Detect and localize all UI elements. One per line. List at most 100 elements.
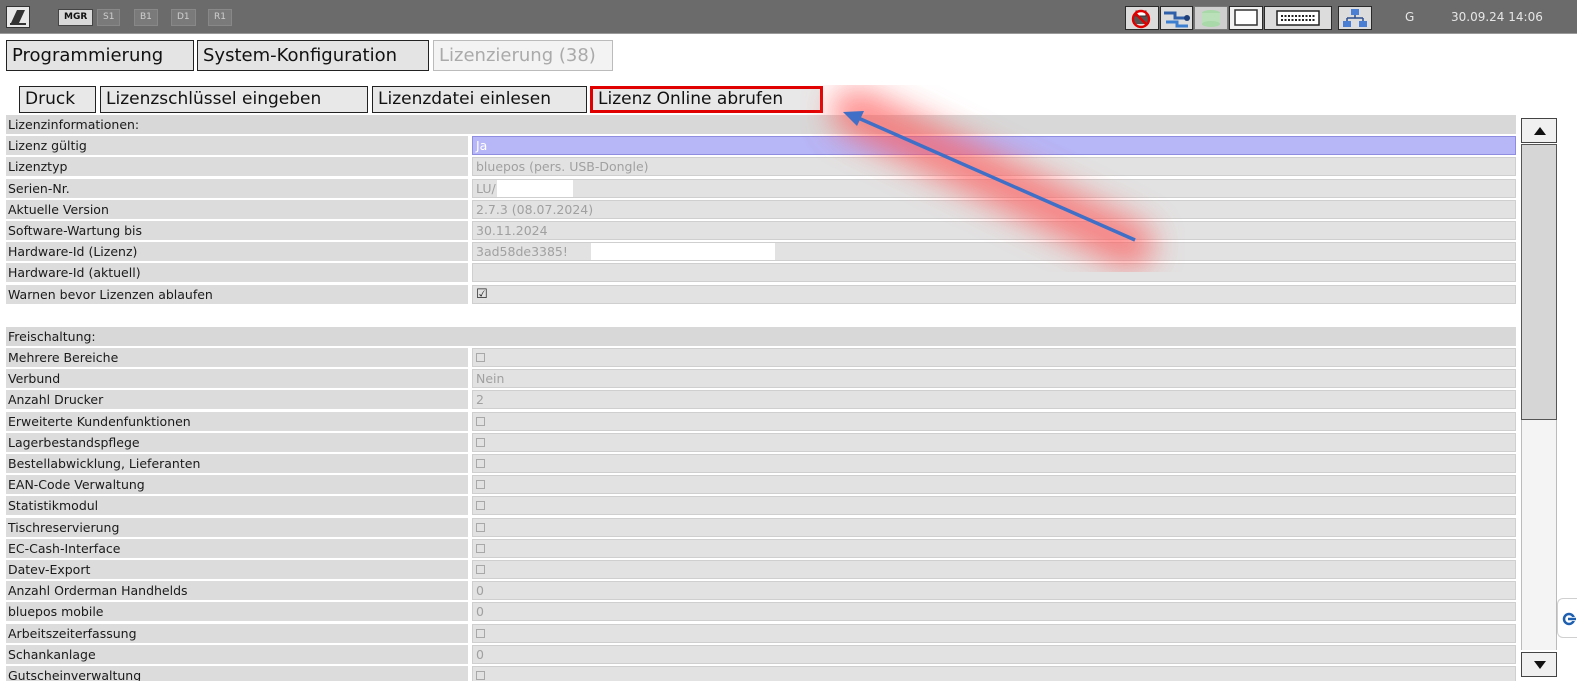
row-value[interactable]: 0 <box>472 581 1516 601</box>
row-value[interactable] <box>472 559 1516 579</box>
row-label: Aktuelle Version <box>6 199 468 219</box>
row-value[interactable]: Nein <box>472 369 1516 389</box>
fetch-license-online-button[interactable]: Lizenz Online abrufen <box>590 86 823 113</box>
row-label: Gutscheinverwaltung <box>6 665 468 681</box>
row-value[interactable]: 0 <box>472 602 1516 622</box>
row-label: Lizenz gültig <box>6 136 468 156</box>
row-label: Erweiterte Kundenfunktionen <box>6 411 468 431</box>
mode-button-s1[interactable]: S1 <box>97 9 121 26</box>
table-row[interactable]: Aktuelle Version 2.7.3 (08.07.2024) <box>6 199 1516 220</box>
row-label: Bestellabwicklung, Lieferanten <box>6 454 468 473</box>
table-row[interactable]: Schankanlage 0 <box>6 644 1516 665</box>
row-value[interactable] <box>472 411 1516 431</box>
row-value[interactable]: 2.7.3 (08.07.2024) <box>472 199 1516 219</box>
row-label: bluepos mobile <box>6 602 468 622</box>
table-row[interactable]: Datev-Export <box>6 559 1516 580</box>
keyboard-icon[interactable] <box>1264 6 1332 30</box>
network-connection-icon[interactable] <box>1160 6 1193 30</box>
row-label: Datev-Export <box>6 559 468 579</box>
row-value[interactable] <box>472 538 1516 558</box>
table-row[interactable]: Arbeitszeiterfassung <box>6 623 1516 644</box>
checkbox[interactable] <box>476 437 485 447</box>
table-row[interactable]: Hardware-Id (aktuell) <box>6 262 1516 283</box>
table-row[interactable]: Serien-Nr. LU/ <box>6 178 1516 199</box>
table-row[interactable]: Bestellabwicklung, Lieferanten <box>6 453 1516 474</box>
arrow-up-icon <box>1534 127 1546 135</box>
row-value[interactable] <box>472 432 1516 452</box>
hardware-id-value: 3ad58de3385! <box>476 244 568 260</box>
table-row[interactable]: Mehrere Bereiche <box>6 347 1516 368</box>
database-icon[interactable] <box>1194 6 1228 30</box>
checkbox[interactable] <box>476 522 485 532</box>
display-icon[interactable] <box>1229 6 1263 30</box>
scrollbar-thumb[interactable] <box>1521 144 1557 420</box>
row-label: EC-Cash-Interface <box>6 538 468 558</box>
row-value[interactable]: ☑ <box>472 284 1516 304</box>
table-row[interactable]: Erweiterte Kundenfunktionen <box>6 411 1516 432</box>
row-label: Anzahl Orderman Handhelds <box>6 581 468 601</box>
row-value[interactable] <box>472 665 1516 681</box>
row-value[interactable]: LU/ <box>472 178 1516 198</box>
scroll-down-button[interactable] <box>1521 652 1557 677</box>
table-row[interactable]: Lagerbestandspflege <box>6 432 1516 453</box>
app-logo-icon[interactable] <box>6 6 30 28</box>
checkbox[interactable] <box>476 564 485 574</box>
table-row[interactable]: Software-Wartung bis 30.11.2024 <box>6 220 1516 241</box>
table-row[interactable]: bluepos mobile 0 <box>6 601 1516 622</box>
row-value[interactable] <box>472 475 1516 495</box>
arrow-down-icon <box>1534 661 1546 669</box>
table-row[interactable]: EAN-Code Verwaltung <box>6 474 1516 495</box>
row-value[interactable]: Ja <box>472 136 1516 156</box>
tab-programmierung[interactable]: Programmierung <box>6 40 194 71</box>
row-label: Lagerbestandspflege <box>6 432 468 452</box>
section-title: Lizenzinformationen: <box>6 115 1516 134</box>
table-row[interactable]: Warnen bevor Lizenzen ablaufen ☑ <box>6 284 1516 305</box>
checkbox[interactable] <box>476 353 485 363</box>
table-row[interactable]: Statistikmodul <box>6 495 1516 516</box>
row-value[interactable] <box>472 496 1516 516</box>
table-row[interactable]: EC-Cash-Interface <box>6 538 1516 559</box>
row-value[interactable]: bluepos (pers. USB-Dongle) <box>472 157 1516 177</box>
row-value[interactable]: 2 <box>472 390 1516 410</box>
row-value[interactable] <box>472 517 1516 537</box>
checkbox[interactable] <box>476 628 485 638</box>
row-label: Arbeitszeiterfassung <box>6 623 468 643</box>
checkbox[interactable] <box>476 543 485 553</box>
checkbox[interactable] <box>476 416 485 426</box>
side-panel-handle-icon[interactable] <box>1557 598 1577 638</box>
enter-license-key-button[interactable]: Lizenzschlüssel eingeben <box>100 86 368 113</box>
row-value[interactable]: 3ad58de3385! <box>472 242 1516 262</box>
row-value[interactable] <box>472 454 1516 473</box>
row-value[interactable]: 30.11.2024 <box>472 220 1516 240</box>
scroll-up-button[interactable] <box>1521 118 1557 143</box>
print-button[interactable]: Druck <box>19 86 96 113</box>
table-row[interactable]: Hardware-Id (Lizenz) 3ad58de3385! <box>6 241 1516 262</box>
row-label: Serien-Nr. <box>6 178 468 198</box>
checkbox[interactable] <box>476 501 485 511</box>
mode-button-d1[interactable]: D1 <box>171 9 196 26</box>
table-row[interactable]: Anzahl Orderman Handhelds 0 <box>6 580 1516 601</box>
row-value[interactable] <box>472 623 1516 643</box>
table-row[interactable]: Lizenz gültig Ja <box>6 135 1516 156</box>
checkbox[interactable] <box>476 670 485 680</box>
network-tree-icon[interactable] <box>1338 6 1372 30</box>
table-row[interactable]: Gutscheinverwaltung <box>6 665 1516 681</box>
table-row[interactable]: Tischreservierung <box>6 517 1516 538</box>
user-indicator: G <box>1405 10 1415 24</box>
checkbox[interactable] <box>476 480 485 490</box>
no-printer-icon[interactable] <box>1125 6 1159 30</box>
checkbox-checked[interactable]: ☑ <box>476 286 488 303</box>
row-value[interactable] <box>472 263 1516 283</box>
table-row[interactable]: Lizenztyp bluepos (pers. USB-Dongle) <box>6 156 1516 177</box>
table-row[interactable]: Verbund Nein <box>6 368 1516 389</box>
tab-lizenzierung: Lizenzierung (38) <box>433 40 613 71</box>
mode-button-mgr[interactable]: MGR <box>58 9 94 26</box>
mode-button-b1[interactable]: B1 <box>134 9 158 26</box>
row-value[interactable] <box>472 348 1516 368</box>
read-license-file-button[interactable]: Lizenzdatei einlesen <box>372 86 587 113</box>
row-value[interactable]: 0 <box>472 644 1516 664</box>
table-row[interactable]: Anzahl Drucker 2 <box>6 389 1516 410</box>
mode-button-r1[interactable]: R1 <box>208 9 232 26</box>
tab-system-konfiguration[interactable]: System-Konfiguration <box>197 40 429 71</box>
checkbox[interactable] <box>476 459 485 468</box>
